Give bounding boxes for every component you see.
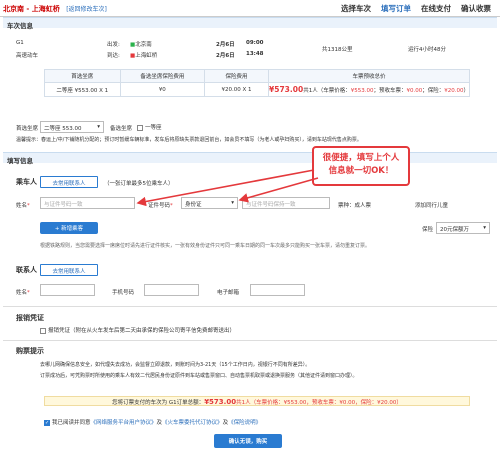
agree-checkbox[interactable]: ✓ bbox=[44, 419, 50, 426]
agree-link-platform[interactable]: 《网络服务平台用户协议》 bbox=[91, 420, 157, 426]
notice-line-2: 订票成功后，可凭购票时所使用的乘车人有效二代居民身份证原件到车站或售票窗口、自动… bbox=[40, 373, 358, 379]
notice-title: 购票提示 bbox=[16, 347, 44, 355]
contact-label: 联系人 bbox=[16, 266, 37, 274]
divider bbox=[3, 306, 497, 307]
agreement-line: ✓ 我已阅读并同意《网络服务平台用户协议》及《火车票委托代订协议》及《保险说明》 bbox=[44, 418, 261, 426]
agree-link-insurance[interactable]: 《保险说明》 bbox=[228, 420, 261, 426]
summary-detail: 共1人（车票价格：¥553.00，预收车票：¥0.00，保险：¥20.00） bbox=[236, 400, 402, 406]
invoice-title: 报销凭证 bbox=[16, 314, 44, 322]
contact-name-input[interactable] bbox=[40, 284, 95, 296]
required-mark: * bbox=[27, 290, 30, 296]
contact-phone-label: 手机号码 bbox=[112, 290, 135, 296]
contact-select-button[interactable]: 去常用联系人 bbox=[40, 264, 98, 276]
order-summary-bar: 您将订票支付的车次为 G1订单总额：¥573.00共1人（车票价格：¥553.0… bbox=[44, 396, 470, 406]
contact-email-label: 电子邮箱 bbox=[217, 290, 240, 296]
callout-arrows bbox=[136, 169, 319, 207]
contact-email-input[interactable] bbox=[250, 284, 305, 296]
contact-phone-input[interactable] bbox=[144, 284, 199, 296]
invoice-option-label: 报销凭证（附在从火车发车后第二天由承保的保险公司寄平信免费邮寄送出） bbox=[48, 328, 236, 334]
summary-prefix: 您将订票支付的车次为 G1订单总额： bbox=[112, 400, 205, 406]
invoice-checkbox[interactable] bbox=[40, 327, 46, 334]
contact-name-label-text: 姓名 bbox=[16, 290, 28, 296]
agree-prefix: 我已阅读并同意 bbox=[52, 420, 91, 426]
submit-order-button[interactable]: 确认无误，购买 bbox=[214, 434, 282, 448]
invoice-option[interactable]: 报销凭证（附在从火车发车后第二天由承保的保险公司寄平信免费邮寄送出） bbox=[40, 326, 235, 334]
contact-name-label: 姓名* bbox=[16, 288, 30, 296]
notice-line-1: 去哪儿网确保信息安全，如代理失去成功，会监督立即退款，到账时间为3-21天（15… bbox=[40, 362, 311, 368]
divider bbox=[3, 340, 497, 341]
summary-amount: ¥573.00 bbox=[204, 398, 237, 406]
agree-link-ticket[interactable]: 《火车票委托代订协议》 bbox=[162, 420, 223, 426]
